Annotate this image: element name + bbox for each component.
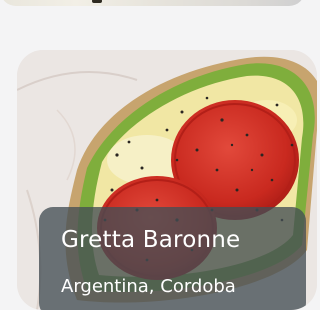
profile-card[interactable]: Gretta Baronne Argentina, Cordoba <box>17 50 317 310</box>
previous-card-photo[interactable] <box>0 0 305 6</box>
person-name: Gretta Baronne <box>61 227 241 253</box>
person-location: Argentina, Cordoba <box>61 276 236 297</box>
profile-info-panel: Gretta Baronne Argentina, Cordoba <box>39 207 306 310</box>
food-detail <box>92 0 102 3</box>
